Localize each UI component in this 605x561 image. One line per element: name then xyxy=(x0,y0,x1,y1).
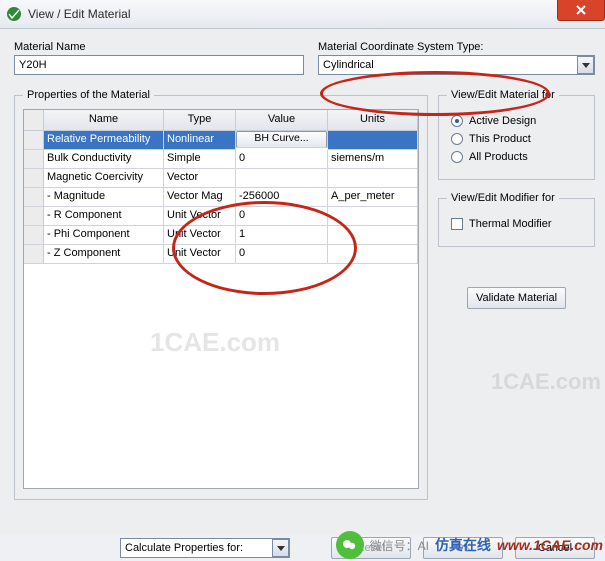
table-row[interactable]: Relative PermeabilityNonlinearBH Curve..… xyxy=(24,131,418,150)
bh-curve-button[interactable]: BH Curve... xyxy=(236,131,327,148)
cell-value[interactable]: 0 xyxy=(236,150,328,169)
cell-units xyxy=(328,226,418,245)
row-header xyxy=(24,245,44,264)
row-header xyxy=(24,169,44,188)
material-name-label: Material Name xyxy=(14,41,304,53)
radio-icon xyxy=(451,115,463,127)
cell-value[interactable]: BH Curve... xyxy=(236,131,328,148)
cell-units xyxy=(328,131,418,150)
cell-type: Unit Vector xyxy=(164,245,236,264)
cell-units xyxy=(328,207,418,226)
checkbox-icon xyxy=(451,218,463,230)
table-row[interactable]: - Phi ComponentUnit Vector1 xyxy=(24,226,418,245)
radio-this-product[interactable]: This Product xyxy=(451,133,582,145)
view-for-legend: View/Edit Material for xyxy=(447,89,559,101)
cell-type: Vector xyxy=(164,169,236,188)
ok-button[interactable]: OK xyxy=(423,537,503,559)
cell-name: Relative Permeability xyxy=(44,131,164,150)
cell-units xyxy=(328,169,418,188)
table-row[interactable]: - MagnitudeVector Mag-256000A_per_meter xyxy=(24,188,418,207)
table-row[interactable]: Bulk ConductivitySimple0siemens/m xyxy=(24,150,418,169)
cell-name: - R Component xyxy=(44,207,164,226)
cell-type: Vector Mag xyxy=(164,188,236,207)
material-name-input[interactable] xyxy=(14,55,304,75)
properties-group: Properties of the Material Name Type Val… xyxy=(14,89,428,500)
modifier-group: View/Edit Modifier for Thermal Modifier xyxy=(438,192,595,247)
cell-units: A_per_meter xyxy=(328,188,418,207)
radio-icon xyxy=(451,151,463,163)
radio-icon xyxy=(451,133,463,145)
cell-name: - Phi Component xyxy=(44,226,164,245)
check-label: Thermal Modifier xyxy=(469,218,552,230)
radio-label: This Product xyxy=(469,133,531,145)
col-rownum xyxy=(24,110,44,131)
properties-legend: Properties of the Material xyxy=(23,89,154,101)
view-for-group: View/Edit Material for Active Design Thi… xyxy=(438,89,595,180)
row-header xyxy=(24,150,44,169)
cell-value[interactable]: 0 xyxy=(236,245,328,264)
col-type[interactable]: Type xyxy=(164,110,236,131)
row-header xyxy=(24,226,44,245)
row-header xyxy=(24,188,44,207)
check-thermal-modifier[interactable]: Thermal Modifier xyxy=(451,218,582,230)
cell-name: Bulk Conductivity xyxy=(44,150,164,169)
col-units[interactable]: Units xyxy=(328,110,418,131)
coord-type-select[interactable]: Cylindrical xyxy=(318,55,595,75)
cancel-button[interactable]: Cancel xyxy=(515,537,595,559)
cell-name: Magnetic Coercivity xyxy=(44,169,164,188)
close-button[interactable] xyxy=(557,0,605,21)
table-row[interactable]: - Z ComponentUnit Vector0 xyxy=(24,245,418,264)
validate-material-button[interactable]: Validate Material xyxy=(467,287,566,309)
table-row[interactable]: - R ComponentUnit Vector0 xyxy=(24,207,418,226)
cell-units: siemens/m xyxy=(328,150,418,169)
coord-type-value: Cylindrical xyxy=(323,59,374,71)
col-value[interactable]: Value xyxy=(236,110,328,131)
chevron-down-icon xyxy=(272,539,289,557)
calculate-properties-select[interactable]: Calculate Properties for: xyxy=(120,538,290,558)
cell-name: - Z Component xyxy=(44,245,164,264)
radio-label: Active Design xyxy=(469,115,536,127)
cell-value[interactable]: 0 xyxy=(236,207,328,226)
modifier-legend: View/Edit Modifier for xyxy=(447,192,559,204)
cell-type: Simple xyxy=(164,150,236,169)
cell-value[interactable] xyxy=(236,169,328,188)
calc-label: Calculate Properties for: xyxy=(125,542,243,554)
cell-name: - Magnitude xyxy=(44,188,164,207)
table-row[interactable]: Magnetic CoercivityVector xyxy=(24,169,418,188)
cell-value[interactable]: 1 xyxy=(236,226,328,245)
titlebar: View / Edit Material xyxy=(0,0,605,29)
app-icon xyxy=(6,6,22,22)
row-header xyxy=(24,207,44,226)
radio-label: All Products xyxy=(469,151,528,163)
row-header xyxy=(24,131,44,150)
window-title: View / Edit Material xyxy=(28,7,131,21)
cell-type: Unit Vector xyxy=(164,207,236,226)
chevron-down-icon xyxy=(577,56,594,74)
cell-value[interactable]: -256000 xyxy=(236,188,328,207)
cell-type: Unit Vector xyxy=(164,226,236,245)
cell-type: Nonlinear xyxy=(164,131,236,150)
reset-button[interactable]: Reset xyxy=(331,537,411,559)
radio-all-products[interactable]: All Products xyxy=(451,151,582,163)
radio-active-design[interactable]: Active Design xyxy=(451,115,582,127)
cell-units xyxy=(328,245,418,264)
col-name[interactable]: Name xyxy=(44,110,164,131)
coord-type-label: Material Coordinate System Type: xyxy=(318,41,595,53)
properties-table: Name Type Value Units Relative Permeabil… xyxy=(23,109,419,489)
